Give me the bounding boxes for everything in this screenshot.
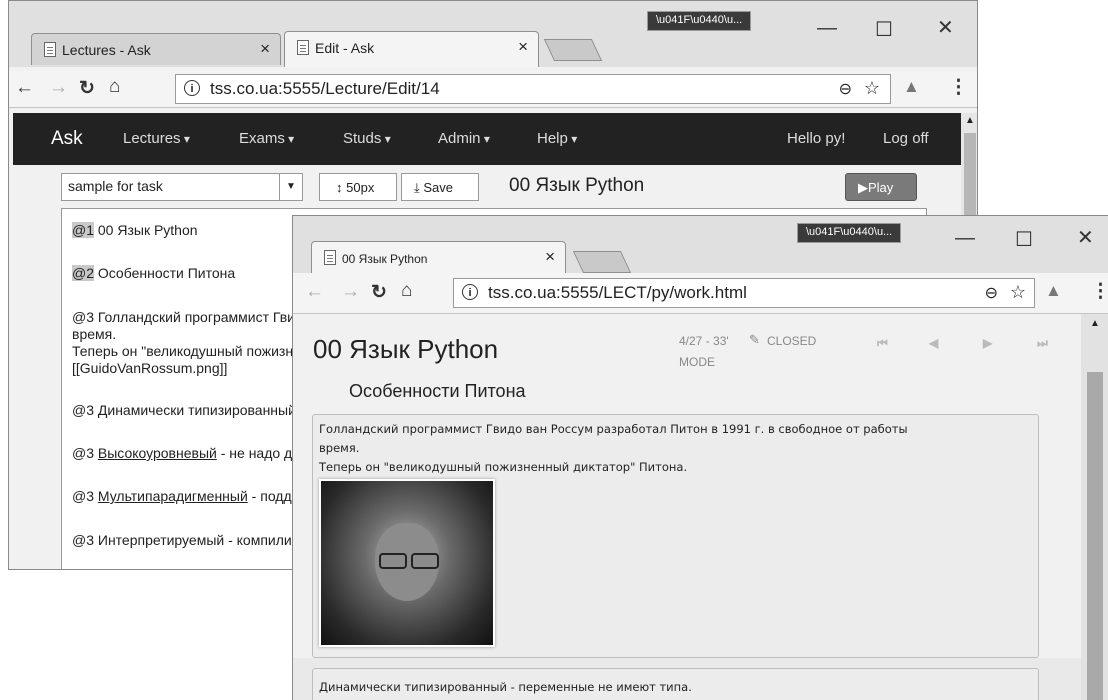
close-window-icon[interactable]: ✕ bbox=[1077, 225, 1094, 250]
back-icon[interactable]: ← bbox=[15, 77, 34, 99]
play-button[interactable]: ▶Play bbox=[845, 173, 917, 201]
nav-studs[interactable]: Studs bbox=[343, 130, 391, 147]
preview-browser-window: 00 Язык Python × \u041F\u0440\u... — ☐ ✕… bbox=[292, 215, 1108, 700]
home-icon[interactable]: ⌂ bbox=[401, 280, 412, 302]
closed-label: CLOSED bbox=[767, 334, 817, 348]
tab-lectures[interactable]: Lectures - Ask × bbox=[31, 33, 281, 65]
tab-lecture-preview[interactable]: 00 Язык Python × bbox=[311, 241, 566, 275]
prev-page-icon[interactable]: ◀ bbox=[929, 336, 938, 350]
next-page-icon[interactable]: ▶ bbox=[983, 336, 992, 350]
tag-icon: ✎ bbox=[749, 332, 760, 347]
title-bar: Lectures - Ask × Edit - Ask × \u041F\u04… bbox=[9, 1, 977, 67]
profile-button[interactable]: \u041F\u0440\u... bbox=[647, 11, 752, 31]
lecture-title: 00 Язык Python bbox=[509, 175, 645, 196]
editor-line: @2 Особенности Питона bbox=[72, 265, 236, 281]
extension-drive-icon[interactable]: ▲ bbox=[903, 77, 920, 97]
nav-admin[interactable]: Admin bbox=[438, 130, 490, 147]
page-scrollbar[interactable]: ▲ bbox=[1081, 314, 1108, 700]
reload-icon[interactable]: ↻ bbox=[79, 77, 95, 100]
browser-toolbar: ← → ↻ ⌂ i tss.co.ua:5555/Lecture/Edit/14… bbox=[9, 71, 977, 108]
paragraph-line: Динамически типизированный - переменные … bbox=[319, 680, 692, 694]
editor-line: [[GuidoVanRossum.png]] bbox=[72, 360, 228, 376]
resize-icon: ↕ bbox=[336, 180, 343, 195]
browser-toolbar: ← → ↻ ⌂ i tss.co.ua:5555/LECT/py/work.ht… bbox=[293, 273, 1108, 314]
play-icon: ▶ bbox=[858, 180, 868, 195]
extension-drive-icon[interactable]: ▲ bbox=[1045, 281, 1062, 301]
section-subtitle: Особенности Питона bbox=[349, 381, 526, 401]
lecture-meta: 4/27 - 33' bbox=[679, 334, 729, 348]
zoom-icon[interactable]: ⊖ bbox=[985, 283, 998, 303]
portrait-glasses bbox=[379, 553, 407, 569]
save-button[interactable]: ⤓ Save bbox=[401, 173, 479, 201]
tab-close-icon[interactable]: × bbox=[260, 39, 270, 59]
address-bar[interactable]: i tss.co.ua:5555/LECT/py/work.html ⊖ ☆ bbox=[453, 278, 1035, 308]
minimize-icon[interactable]: — bbox=[955, 227, 975, 250]
new-tab-button[interactable] bbox=[572, 251, 632, 273]
page-title: 00 Язык Python bbox=[313, 334, 499, 364]
tab-edit[interactable]: Edit - Ask × bbox=[284, 31, 539, 67]
bookmark-star-icon[interactable]: ☆ bbox=[1010, 282, 1026, 303]
forward-icon[interactable]: → bbox=[49, 77, 68, 99]
scrollbar-thumb[interactable] bbox=[1087, 372, 1103, 700]
page-icon bbox=[44, 42, 56, 57]
minimize-icon[interactable]: — bbox=[817, 17, 837, 40]
info-icon[interactable]: i bbox=[462, 284, 478, 300]
close-window-icon[interactable]: ✕ bbox=[937, 15, 954, 40]
new-tab-button[interactable] bbox=[543, 39, 603, 61]
page-icon bbox=[324, 250, 336, 265]
nav-help[interactable]: Help bbox=[537, 130, 577, 147]
first-page-icon[interactable]: ⏮ bbox=[877, 336, 888, 351]
info-icon[interactable]: i bbox=[184, 80, 200, 96]
portrait-glasses bbox=[411, 553, 439, 569]
title-bar: 00 Язык Python × \u041F\u0440\u... — ☐ ✕ bbox=[293, 216, 1108, 275]
menu-icon[interactable]: ⋮ bbox=[1091, 280, 1108, 303]
editor-line: @1 00 Язык Python bbox=[72, 222, 198, 238]
site-navbar: Ask Lectures Exams Studs Admin Help Hell… bbox=[13, 113, 961, 165]
maximize-icon[interactable]: ☐ bbox=[1015, 227, 1033, 252]
user-greeting[interactable]: Hello py! bbox=[787, 130, 845, 147]
zoom-icon[interactable]: ⊖ bbox=[839, 79, 852, 99]
mode-label: MODE bbox=[679, 355, 715, 369]
scroll-up-icon[interactable]: ▲ bbox=[1090, 318, 1100, 329]
task-select[interactable]: sample for task ▼ bbox=[61, 173, 303, 201]
tab-close-icon[interactable]: × bbox=[545, 247, 555, 267]
nav-lectures[interactable]: Lectures bbox=[123, 130, 190, 147]
portrait-image bbox=[319, 479, 495, 647]
chevron-down-icon[interactable]: ▼ bbox=[279, 174, 302, 200]
editor-line: время. bbox=[72, 326, 117, 342]
bookmark-star-icon[interactable]: ☆ bbox=[864, 78, 880, 99]
brand-link[interactable]: Ask bbox=[51, 128, 83, 150]
back-icon[interactable]: ← bbox=[305, 281, 324, 303]
forward-icon[interactable]: → bbox=[341, 281, 360, 303]
logoff-link[interactable]: Log off bbox=[883, 130, 929, 147]
save-icon: ⤓ bbox=[414, 180, 420, 195]
paragraph-line: Теперь он "великодушный пожизненный дикт… bbox=[319, 460, 688, 474]
maximize-icon[interactable]: ☐ bbox=[875, 17, 893, 42]
content-card: Голландский программист Гвидо ван Россум… bbox=[312, 414, 1039, 658]
scroll-up-icon[interactable]: ▲ bbox=[965, 115, 975, 126]
paragraph-line: время. bbox=[319, 441, 360, 455]
size-button[interactable]: ↕ 50px bbox=[319, 173, 397, 201]
home-icon[interactable]: ⌂ bbox=[109, 76, 120, 98]
content-card: Динамически типизированный - переменные … bbox=[312, 668, 1039, 700]
nav-exams[interactable]: Exams bbox=[239, 130, 294, 147]
menu-icon[interactable]: ⋮ bbox=[949, 76, 968, 99]
paragraph-line: Голландский программист Гвидо ван Россум… bbox=[319, 422, 908, 436]
tab-close-icon[interactable]: × bbox=[518, 37, 528, 57]
reload-icon[interactable]: ↻ bbox=[371, 281, 387, 304]
last-page-icon[interactable]: ⏭ bbox=[1037, 336, 1048, 351]
address-bar[interactable]: i tss.co.ua:5555/Lecture/Edit/14 ⊖ ☆ bbox=[175, 74, 891, 104]
profile-button[interactable]: \u041F\u0440\u... bbox=[797, 223, 902, 243]
page-icon bbox=[297, 40, 309, 55]
